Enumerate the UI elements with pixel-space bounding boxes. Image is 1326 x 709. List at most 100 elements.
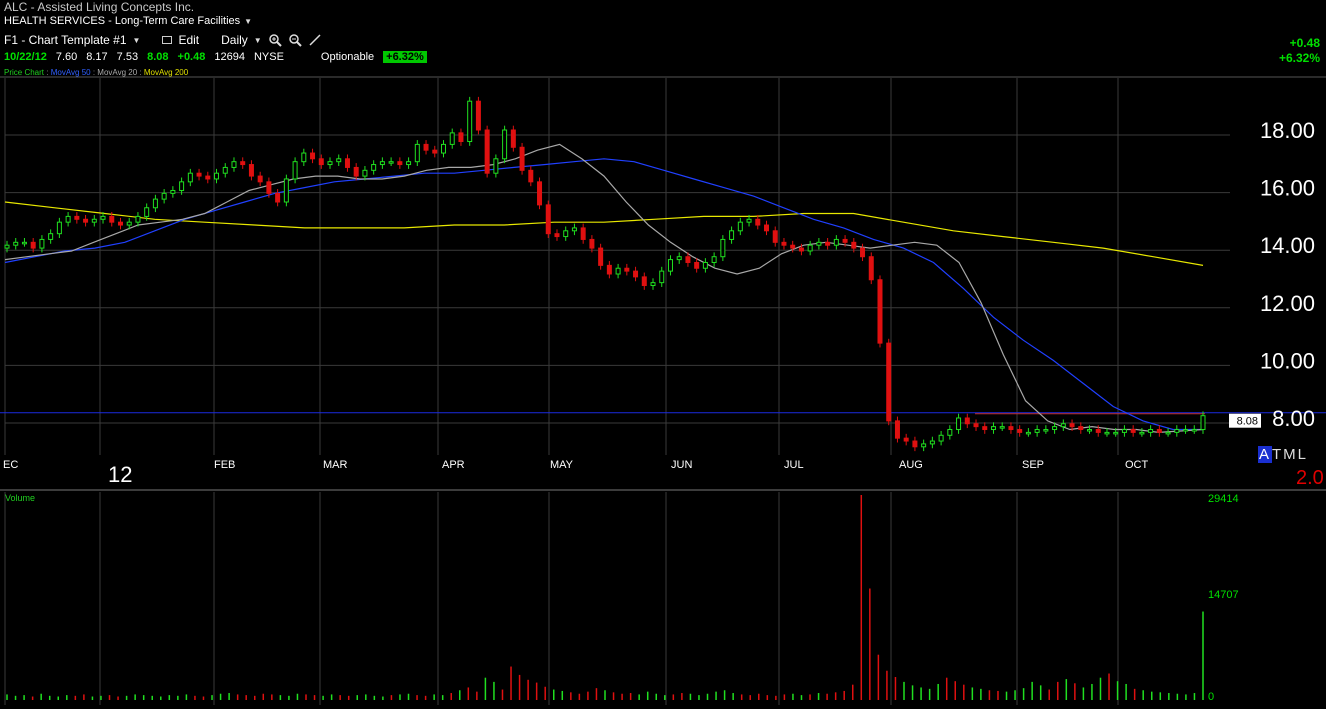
x-tick-label: AUG [899, 459, 923, 471]
candle-body [161, 192, 167, 200]
candle-body [257, 175, 263, 183]
volume-tick-label: 0 [1208, 691, 1214, 703]
altml-rest: TML [1272, 446, 1309, 463]
candle-body [100, 215, 106, 220]
candle-body [694, 261, 700, 269]
x-tick-label: JUN [671, 459, 692, 471]
volume-tick-label: 14707 [1208, 589, 1239, 601]
candle-body [816, 241, 822, 246]
candle-body [240, 161, 246, 166]
candle-body [74, 215, 80, 220]
y-tick-label: 12.00 [1260, 291, 1315, 316]
candle-body [1087, 429, 1093, 432]
candle-body [999, 426, 1005, 429]
candle-body [973, 423, 979, 428]
candle-body [886, 342, 892, 422]
candle-body [83, 218, 89, 223]
candle-body [589, 238, 595, 249]
x-tick-label: MAR [323, 459, 348, 471]
candle-body [790, 244, 796, 249]
candle-body [720, 238, 726, 258]
candle-body [222, 166, 228, 174]
candle-body [528, 169, 534, 183]
candle-body [371, 164, 377, 171]
x-tick-label: MAY [550, 459, 574, 471]
candle-body [1191, 429, 1197, 432]
candle-body [606, 264, 612, 275]
candle-body [545, 204, 551, 235]
candle-body [781, 241, 787, 246]
candle-body [336, 158, 342, 163]
candle-body [170, 189, 176, 194]
candle-body [537, 181, 543, 206]
candle-body [1069, 423, 1075, 428]
candle-body [179, 181, 185, 191]
price-volume-chart[interactable]: 18.00 16.00 14.00 12.00 10.00 8.00 8.08 EC FEB M… [0, 0, 1326, 709]
candle-body [440, 143, 446, 154]
candle-body [982, 426, 988, 431]
candle-body [1156, 429, 1162, 433]
candle-body [231, 161, 237, 168]
candle-body [772, 230, 778, 243]
candle-body [860, 247, 866, 258]
y-tick-label: 14.00 [1260, 233, 1315, 258]
candle-body [39, 238, 45, 249]
candle-body [894, 420, 900, 439]
candle-body [598, 247, 604, 266]
candle-body [1060, 423, 1066, 428]
candle-body [1095, 429, 1101, 433]
candle-body [458, 132, 464, 143]
candle-body [283, 178, 289, 203]
candle-body [1130, 429, 1136, 433]
candle-body [1148, 429, 1154, 433]
candle-body [877, 279, 883, 344]
candle-body [475, 100, 481, 131]
candle-body [1104, 431, 1110, 435]
candle-body [135, 215, 141, 223]
candle-body [938, 434, 944, 442]
candle-body [624, 267, 630, 272]
candle-body [423, 143, 429, 151]
ma200-line [4, 201, 1204, 266]
candle-body [56, 221, 62, 235]
candle-body [903, 437, 909, 442]
candle-body [702, 261, 708, 269]
candle-body [48, 233, 54, 240]
candle-body [1078, 426, 1084, 431]
candle-body [1017, 429, 1023, 433]
candle-body [1025, 431, 1031, 435]
candle-body [807, 244, 813, 252]
candle-body [1008, 426, 1014, 431]
candle-body [248, 164, 254, 177]
candle-body [1052, 426, 1058, 431]
candle-body [764, 224, 770, 232]
candle-body [1043, 429, 1049, 432]
candle-body [327, 161, 333, 166]
candle-body [929, 440, 935, 445]
ma20-line [4, 143, 1204, 434]
candle-body [126, 221, 132, 226]
candle-body [275, 192, 281, 203]
candle-body [91, 218, 97, 223]
candle-body [502, 129, 508, 160]
candle-body [1121, 429, 1127, 433]
candle-body [21, 241, 27, 245]
candle-body [467, 100, 473, 143]
candle-body [510, 129, 516, 148]
candle-body [964, 417, 970, 425]
candle-body [615, 267, 621, 275]
candle-body [990, 426, 996, 431]
candle-body [406, 161, 412, 166]
candle-body [667, 259, 673, 272]
x-tick-label: JUL [784, 459, 804, 471]
candle-body [921, 443, 927, 448]
candle-body [1139, 431, 1145, 435]
candle-body [737, 221, 743, 232]
candle-body [641, 276, 647, 287]
candle-body [196, 172, 202, 177]
candle-body [432, 149, 438, 154]
candle-body [484, 129, 490, 174]
y-tick-label: 8.00 [1272, 406, 1315, 431]
candle-body [318, 158, 324, 166]
candle-body [1183, 429, 1189, 432]
